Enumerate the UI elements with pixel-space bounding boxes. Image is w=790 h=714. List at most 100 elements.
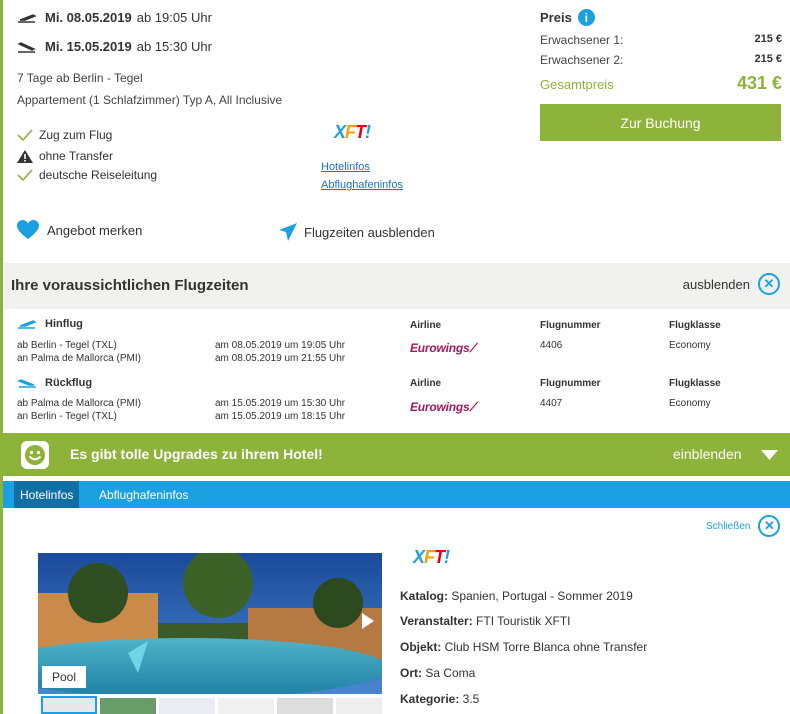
total-price: 431 € [736,73,782,93]
outbound-row: Mi. 08.05.2019 ab 19:05 Uhr [17,10,212,25]
info-icon[interactable]: i [577,9,595,26]
tab-hotelinfos[interactable]: Hotelinfos [14,481,80,508]
rueckflug-class: Economy [669,398,711,409]
offer-card: Mi. 08.05.2019 ab 19:05 Uhr Mi. 15.05.20… [0,0,790,714]
detail-value: Spanien, Portugal - Sommer 2019 [448,589,633,603]
rueckflug-departure: ab Palma de Mallorca (PMI) [17,398,141,409]
plane-return-icon [17,379,36,388]
abflughafeninfos-link[interactable]: Abflughafeninfos [321,179,403,191]
save-offer-label: Angebot merken [47,222,143,238]
detail-object: Objekt: Club HSM Torre Blanca ohne Trans… [400,640,647,654]
warning-icon [17,149,33,163]
adult2-row: Erwachsener 2: 215 € [540,53,782,67]
detail-category: Kategorie: 3.5 [400,692,479,706]
book-button[interactable]: Zur Buchung [540,104,781,141]
heart-icon [17,220,39,239]
feature-guide: deutsche Reiseleitung [17,168,157,182]
inbound-row: Mi. 15.05.2019 ab 15:30 Uhr [17,39,212,54]
hinflug-departure-time: am 08.05.2019 um 19:05 Uhr [215,340,346,351]
rueckflug-label: Rückflug [45,377,93,389]
adult1-row: Erwachsener 1: 215 € [540,33,782,47]
hinflug-number: 4406 [540,340,563,351]
upgrade-toggle-label: einblenden [673,446,742,462]
thumbnail[interactable] [277,698,333,714]
save-offer-button[interactable]: Angebot merken [17,220,142,240]
rueckflug-number: 4407 [540,398,563,409]
thumbnail[interactable] [41,696,97,714]
room-type: Appartement (1 Schlafzimmer) Typ A, All … [17,93,283,107]
hinflug-arrival: an Palma de Mallorca (PMI) [17,353,141,364]
upgrade-text: Es gibt tolle Upgrades zu ihrem Hotel! [70,446,323,462]
operator-logo: XFT! [413,547,450,567]
detail-key: Kategorie: [400,692,460,706]
hide-flights-label: ausblenden [682,276,750,292]
hinflug-departure: ab Berlin - Tegel (TXL) [17,340,117,351]
thumbnail[interactable] [218,698,274,714]
tab-abflughafeninfos[interactable]: Abflughafeninfos [93,481,194,508]
hotelinfos-link[interactable]: Hotelinfos [321,161,370,173]
adult2-price: 215 € [754,53,782,65]
inbound-time: ab 15:30 Uhr [136,39,212,54]
airline-name: Eurowings [410,341,470,355]
flight-number-header: Flugnummer [540,320,601,331]
hide-flight-times-button[interactable]: Flugzeiten ausblenden [278,222,435,242]
detail-value: FTI Touristik XFTI [472,614,571,628]
thumbnail[interactable] [100,698,156,714]
airline-header: Airline [410,378,442,389]
plane-departure-icon [18,320,37,329]
thumbnail[interactable] [336,698,382,714]
hotel-photo [38,553,382,694]
total-row: Gesamtpreis 431 € [540,73,782,94]
rueckflug-arrival-time: am 15.05.2019 um 18:15 Uhr [215,411,346,422]
close-hotel-panel[interactable]: Schließen ✕ [706,515,781,537]
plane-arrival-icon [17,41,36,53]
triangle-down-icon [761,450,778,460]
eurowings-logo: Eurowings⟋ [410,400,478,414]
upgrade-bar[interactable]: Es gibt tolle Upgrades zu ihrem Hotel! e… [3,433,790,476]
airline-header: Airline [410,320,442,331]
inbound-date: Mi. 15.05.2019 [45,39,132,54]
eurowings-logo: Eurowings⟋ [410,341,478,355]
hide-flights-toggle[interactable]: ausblenden ✕ [683,273,780,295]
image-caption: Pool [42,666,87,688]
flight-class-header: Flugklasse [669,320,721,331]
tab-bar: Hotelinfos Abflughafeninfos [3,481,790,508]
operator-logo: XFT! [334,122,371,142]
flight-number-header: Flugnummer [540,378,601,389]
detail-catalog: Katalog: Spanien, Portugal - Sommer 2019 [400,589,633,603]
check-icon [17,129,33,141]
flight-section-title: Ihre voraussichtlichen Flugzeiten [11,277,249,294]
trip-duration: 7 Tage ab Berlin - Tegel [17,71,143,85]
hide-flight-times-label: Flugzeiten ausblenden [304,224,435,240]
hinflug-arrival-time: am 08.05.2019 um 21:55 Uhr [215,353,346,364]
hotel-image[interactable]: Pool [38,553,382,694]
detail-operator: Veranstalter: FTI Touristik XFTI [400,614,571,628]
smiley-icon [21,441,49,469]
flight-section-header: Ihre voraussichtlichen Flugzeiten ausble… [3,263,790,309]
detail-key: Ort: [400,666,422,680]
rueckflug-heading: Rückflug [17,377,92,389]
airline-name: Eurowings [410,400,470,414]
thumbnail[interactable] [159,698,215,714]
close-label: Schließen [706,520,751,532]
detail-key: Veranstalter: [400,614,473,628]
outbound-time: ab 19:05 Uhr [136,10,212,25]
feature-label: Zug zum Flug [39,128,113,142]
hinflug-heading: Hinflug [17,318,83,330]
detail-value: Club HSM Torre Blanca ohne Transfer [441,640,648,654]
feature-label: deutsche Reiseleitung [39,168,158,182]
feature-label: ohne Transfer [39,149,114,163]
price-heading-row: Preis i [540,9,595,26]
plane-icon [279,223,297,241]
rueckflug-arrival: an Berlin - Tegel (TXL) [17,411,117,422]
rueckflug-departure-time: am 15.05.2019 um 15:30 Uhr [215,398,346,409]
close-circle-icon: ✕ [758,515,781,537]
feature-train: Zug zum Flug [17,128,112,142]
adult1-price: 215 € [754,33,782,45]
price-heading: Preis [540,10,572,25]
detail-value: 3.5 [459,692,480,706]
check-icon [17,169,33,181]
detail-key: Objekt: [400,640,442,654]
detail-value: Sa Coma [422,666,476,680]
detail-location: Ort: Sa Coma [400,666,475,680]
